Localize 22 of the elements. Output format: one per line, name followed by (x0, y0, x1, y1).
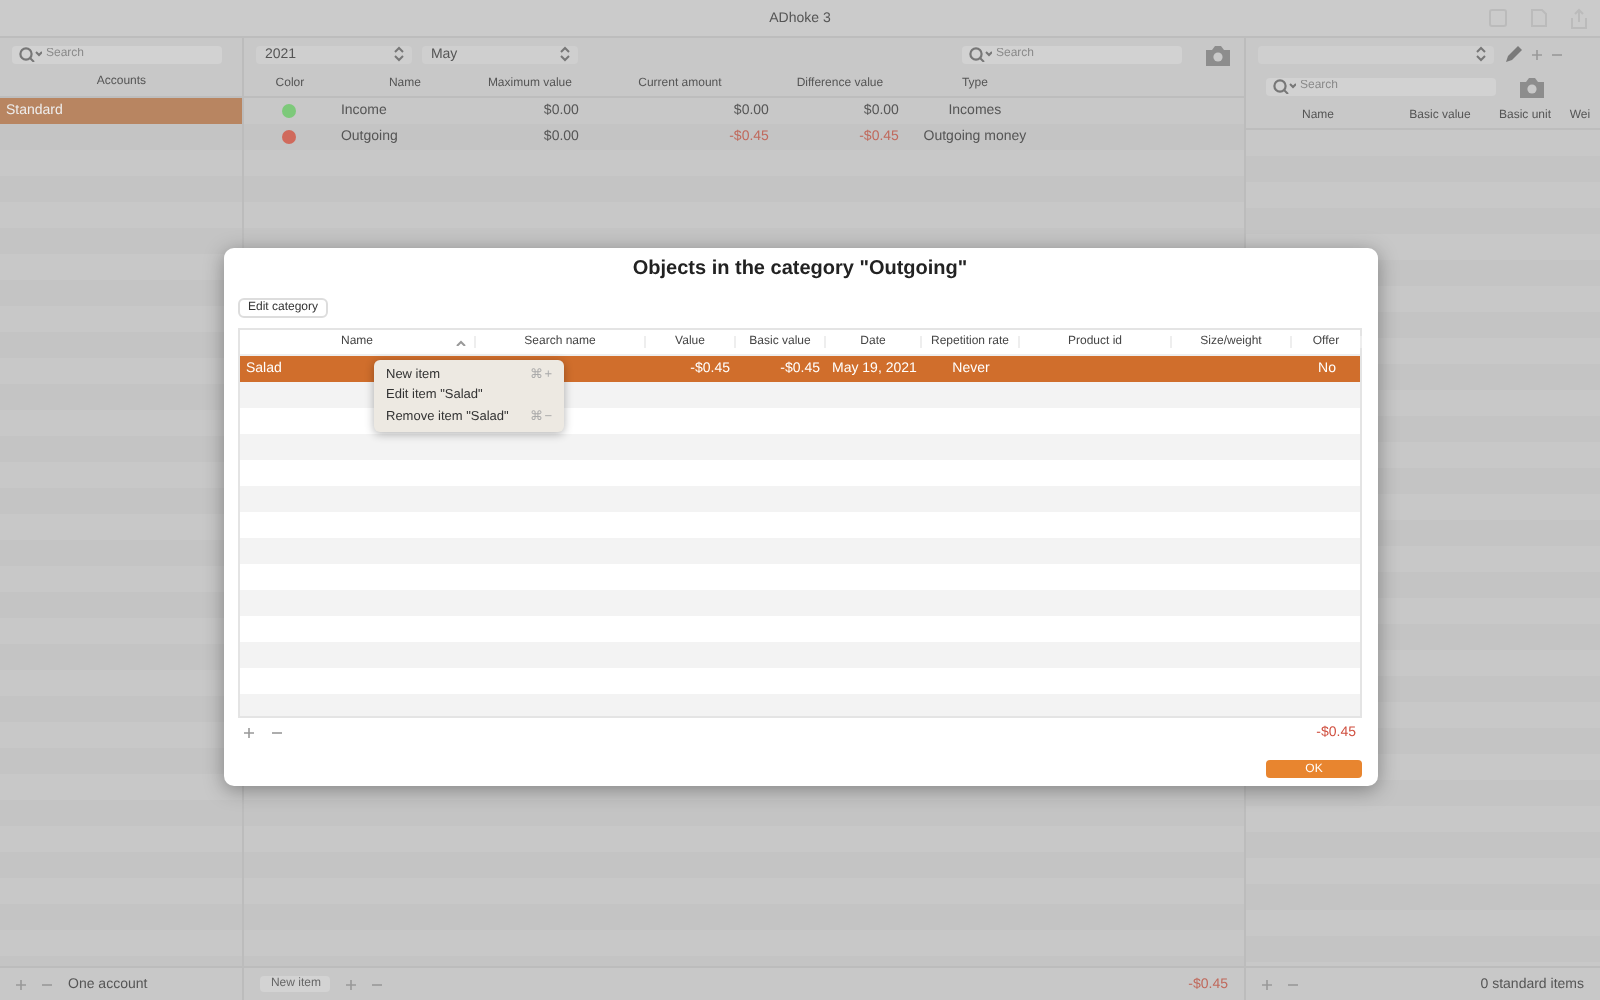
minus-icon[interactable] (1552, 53, 1562, 55)
pencil-icon[interactable] (1504, 45, 1522, 63)
camera-icon[interactable] (1204, 43, 1232, 65)
search-icon (968, 46, 992, 62)
updown-icon (1476, 46, 1486, 62)
updown-icon (560, 46, 571, 62)
search-icon (1272, 78, 1296, 94)
plus-icon[interactable] (1532, 49, 1542, 59)
dialog-title: Objects in the category "Outgoing" (630, 256, 970, 284)
minus-icon[interactable] (42, 983, 52, 985)
search-icon (18, 46, 42, 62)
plus-icon[interactable] (16, 979, 26, 989)
plus-icon[interactable] (346, 979, 357, 989)
updown-icon (394, 46, 405, 62)
minus-icon[interactable] (1288, 983, 1298, 985)
sort-caret-icon (456, 340, 466, 346)
minus-icon[interactable] (372, 983, 383, 985)
plus-icon[interactable] (244, 727, 254, 737)
camera-icon[interactable] (1518, 75, 1546, 97)
popup-button[interactable] (1258, 45, 1494, 63)
plus-icon[interactable] (1262, 979, 1272, 989)
minus-icon[interactable] (272, 731, 282, 733)
